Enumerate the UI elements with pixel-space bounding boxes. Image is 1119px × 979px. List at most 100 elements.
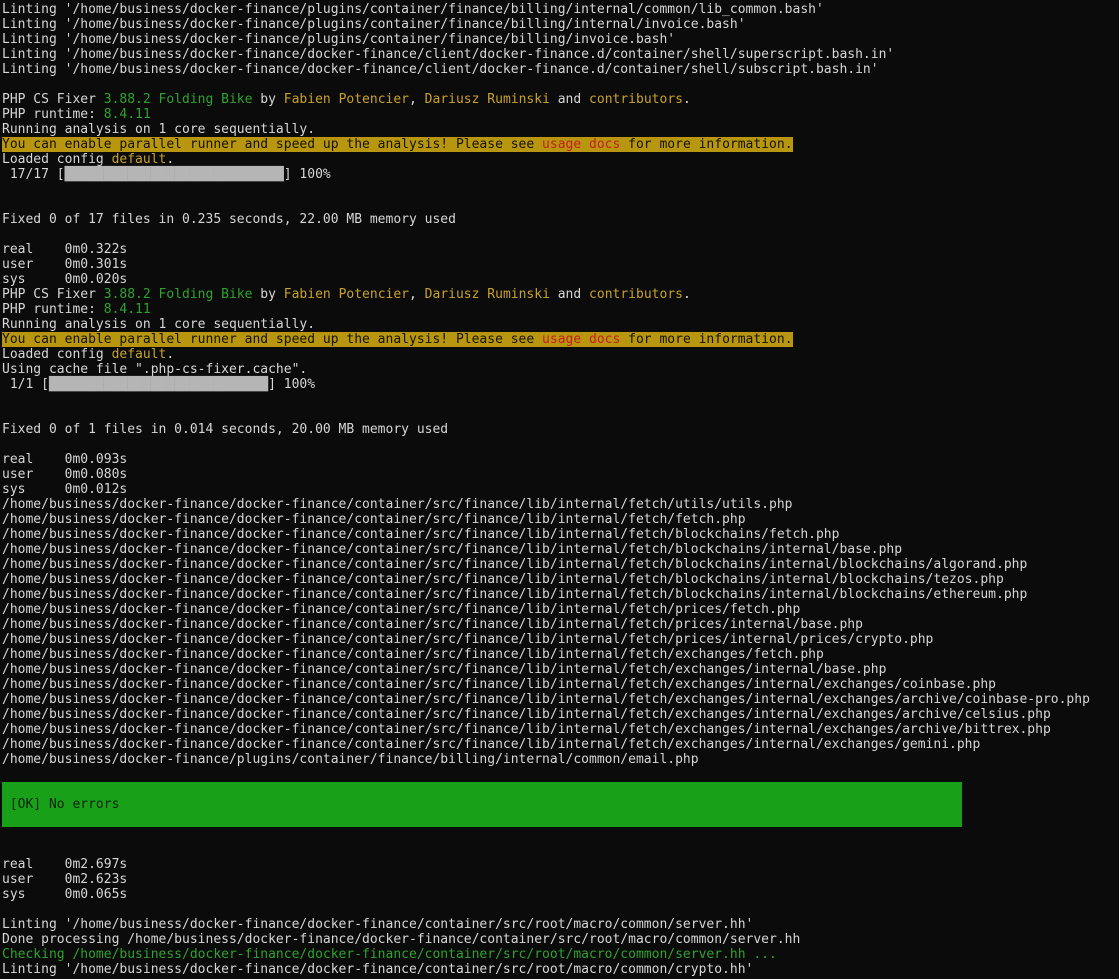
- text-segment: ] 100%: [284, 167, 331, 182]
- text-segment: PHP CS Fixer: [2, 287, 104, 302]
- text-segment: user 0m0.301s: [2, 257, 127, 272]
- time-user-line: user 0m0.301s: [2, 257, 1119, 272]
- text-segment: /home/business/docker-finance/docker-fin…: [2, 722, 1051, 737]
- text-segment: by: [252, 92, 283, 107]
- time-real-line: real 0m2.697s: [2, 857, 1119, 872]
- lint-line: Linting '/home/business/docker-finance/d…: [2, 917, 1119, 932]
- author-name: Dariusz Ruminski: [425, 92, 550, 107]
- text-segment: ] 100%: [268, 377, 315, 392]
- text-segment: Loaded config: [2, 152, 112, 167]
- fixed-summary-line: Fixed 0 of 17 files in 0.235 seconds, 22…: [2, 212, 1119, 227]
- done-processing-line: Done processing /home/business/docker-fi…: [2, 932, 1119, 947]
- text-segment: /home/business/docker-finance/docker-fin…: [2, 662, 886, 677]
- text-segment: ,: [409, 92, 425, 107]
- lint-line: Linting '/home/business/docker-finance/d…: [2, 62, 1119, 77]
- file-path-line: /home/business/docker-finance/docker-fin…: [2, 692, 1119, 707]
- text-segment: .: [683, 287, 691, 302]
- author-name: Dariusz Ruminski: [425, 287, 550, 302]
- php-runtime-version: 8.4.11: [104, 107, 151, 122]
- blank-line: [2, 77, 1119, 92]
- text-segment: Using cache file ".php-cs-fixer.cache".: [2, 362, 307, 377]
- time-sys-line: sys 0m0.012s: [2, 482, 1119, 497]
- text-segment: user 0m0.080s: [2, 467, 127, 482]
- lint-line: Linting '/home/business/docker-finance/d…: [2, 962, 1119, 977]
- text-segment: Running analysis on 1 core sequentially.: [2, 317, 315, 332]
- text-segment: Fixed 0 of 17 files in 0.235 seconds, 22…: [2, 212, 456, 227]
- file-path-line: /home/business/docker-finance/docker-fin…: [2, 497, 1119, 512]
- text-segment: Linting '/home/business/docker-finance/d…: [2, 962, 753, 977]
- config-name: default: [112, 152, 167, 167]
- text-segment: /home/business/docker-finance/docker-fin…: [2, 557, 1027, 572]
- text-segment: /home/business/docker-finance/docker-fin…: [2, 527, 839, 542]
- blank-line: [2, 437, 1119, 452]
- blank-line: [2, 827, 1119, 842]
- progress-line: 17/17 [████████████████████████████] 100…: [2, 167, 1119, 182]
- analysis-line: Running analysis on 1 core sequentially.: [2, 317, 1119, 332]
- text-segment: Fixed 0 of 1 files in 0.014 seconds, 20.…: [2, 422, 448, 437]
- text-segment: /home/business/docker-finance/docker-fin…: [2, 632, 933, 647]
- text-segment: Linting '/home/business/docker-finance/d…: [2, 62, 879, 77]
- usage-docs-link: usage docs: [542, 332, 620, 347]
- text-segment: ,: [409, 287, 425, 302]
- text-segment: .: [166, 152, 174, 167]
- text-segment: /home/business/docker-finance/docker-fin…: [2, 497, 793, 512]
- time-sys-line: sys 0m0.020s: [2, 272, 1119, 287]
- text-segment: You can enable parallel runner and speed…: [2, 332, 542, 347]
- text-segment: and: [550, 92, 589, 107]
- contributors-label: contributors: [589, 287, 683, 302]
- fixed-summary-line: Fixed 0 of 1 files in 0.014 seconds, 20.…: [2, 422, 1119, 437]
- time-user-line: user 0m0.080s: [2, 467, 1119, 482]
- text-segment: for more information.: [620, 137, 792, 152]
- text-segment: Linting '/home/business/docker-finance/d…: [2, 917, 753, 932]
- blank-line: [2, 407, 1119, 422]
- text-segment: and: [550, 287, 589, 302]
- time-user-line: user 0m2.623s: [2, 872, 1119, 887]
- php-runtime-version: 8.4.11: [104, 302, 151, 317]
- text-segment: /home/business/docker-finance/docker-fin…: [2, 617, 863, 632]
- fixer-header-line: PHP CS Fixer 3.88.2 Folding Bike by Fabi…: [2, 287, 1119, 302]
- ok-banner: [OK] No errors: [2, 797, 962, 812]
- file-path-line: /home/business/docker-finance/docker-fin…: [2, 737, 1119, 752]
- contributors-label: contributors: [589, 92, 683, 107]
- text-segment: 1/1 [: [2, 377, 49, 392]
- lint-line: Linting '/home/business/docker-finance/p…: [2, 2, 1119, 17]
- text-segment: /home/business/docker-finance/plugins/co…: [2, 752, 699, 767]
- blank-line: [2, 227, 1119, 242]
- terminal-window[interactable]: Linting '/home/business/docker-finance/p…: [0, 0, 1119, 979]
- fixer-header-line: PHP CS Fixer 3.88.2 Folding Bike by Fabi…: [2, 92, 1119, 107]
- lint-line: Linting '/home/business/docker-finance/p…: [2, 17, 1119, 32]
- text-segment: Loaded config: [2, 347, 112, 362]
- text-segment: /home/business/docker-finance/docker-fin…: [2, 737, 980, 752]
- text-segment: PHP runtime:: [2, 107, 104, 122]
- text-segment: PHP CS Fixer: [2, 92, 104, 107]
- text-segment: /home/business/docker-finance/docker-fin…: [2, 587, 1027, 602]
- text-segment: Done processing /home/business/docker-fi…: [2, 932, 800, 947]
- file-path-line: /home/business/docker-finance/docker-fin…: [2, 587, 1119, 602]
- usage-docs-link: usage docs: [542, 137, 620, 152]
- blank-line: [2, 902, 1119, 917]
- text-segment: for more information.: [620, 332, 792, 347]
- text-segment: /home/business/docker-finance/docker-fin…: [2, 677, 996, 692]
- file-path-line: /home/business/docker-finance/docker-fin…: [2, 602, 1119, 617]
- loaded-config-line: Loaded config default.: [2, 347, 1119, 362]
- text-segment: sys 0m0.020s: [2, 272, 127, 287]
- text-segment: /home/business/docker-finance/docker-fin…: [2, 647, 824, 662]
- progress-bar: ████████████████████████████: [49, 377, 268, 392]
- loaded-config-line: Loaded config default.: [2, 152, 1119, 167]
- text-segment: PHP runtime:: [2, 302, 104, 317]
- text-segment: Linting '/home/business/docker-finance/p…: [2, 2, 824, 17]
- file-path-line: /home/business/docker-finance/docker-fin…: [2, 647, 1119, 662]
- file-path-line: /home/business/docker-finance/docker-fin…: [2, 722, 1119, 737]
- text-segment: user 0m2.623s: [2, 872, 127, 887]
- author-name: Fabien Potencier: [284, 92, 409, 107]
- text-segment: Running analysis on 1 core sequentially.: [2, 122, 315, 137]
- fixer-version: 3.88.2 Folding Bike: [104, 92, 253, 107]
- file-path-line: /home/business/docker-finance/docker-fin…: [2, 632, 1119, 647]
- text-segment: real 0m0.322s: [2, 242, 127, 257]
- file-path-line: /home/business/docker-finance/docker-fin…: [2, 707, 1119, 722]
- ok-banner-top: [2, 782, 1119, 797]
- text-segment: /home/business/docker-finance/docker-fin…: [2, 542, 902, 557]
- text-segment: Linting '/home/business/docker-finance/d…: [2, 47, 894, 62]
- progress-line: 1/1 [████████████████████████████] 100%: [2, 377, 1119, 392]
- text-segment: sys 0m0.065s: [2, 887, 127, 902]
